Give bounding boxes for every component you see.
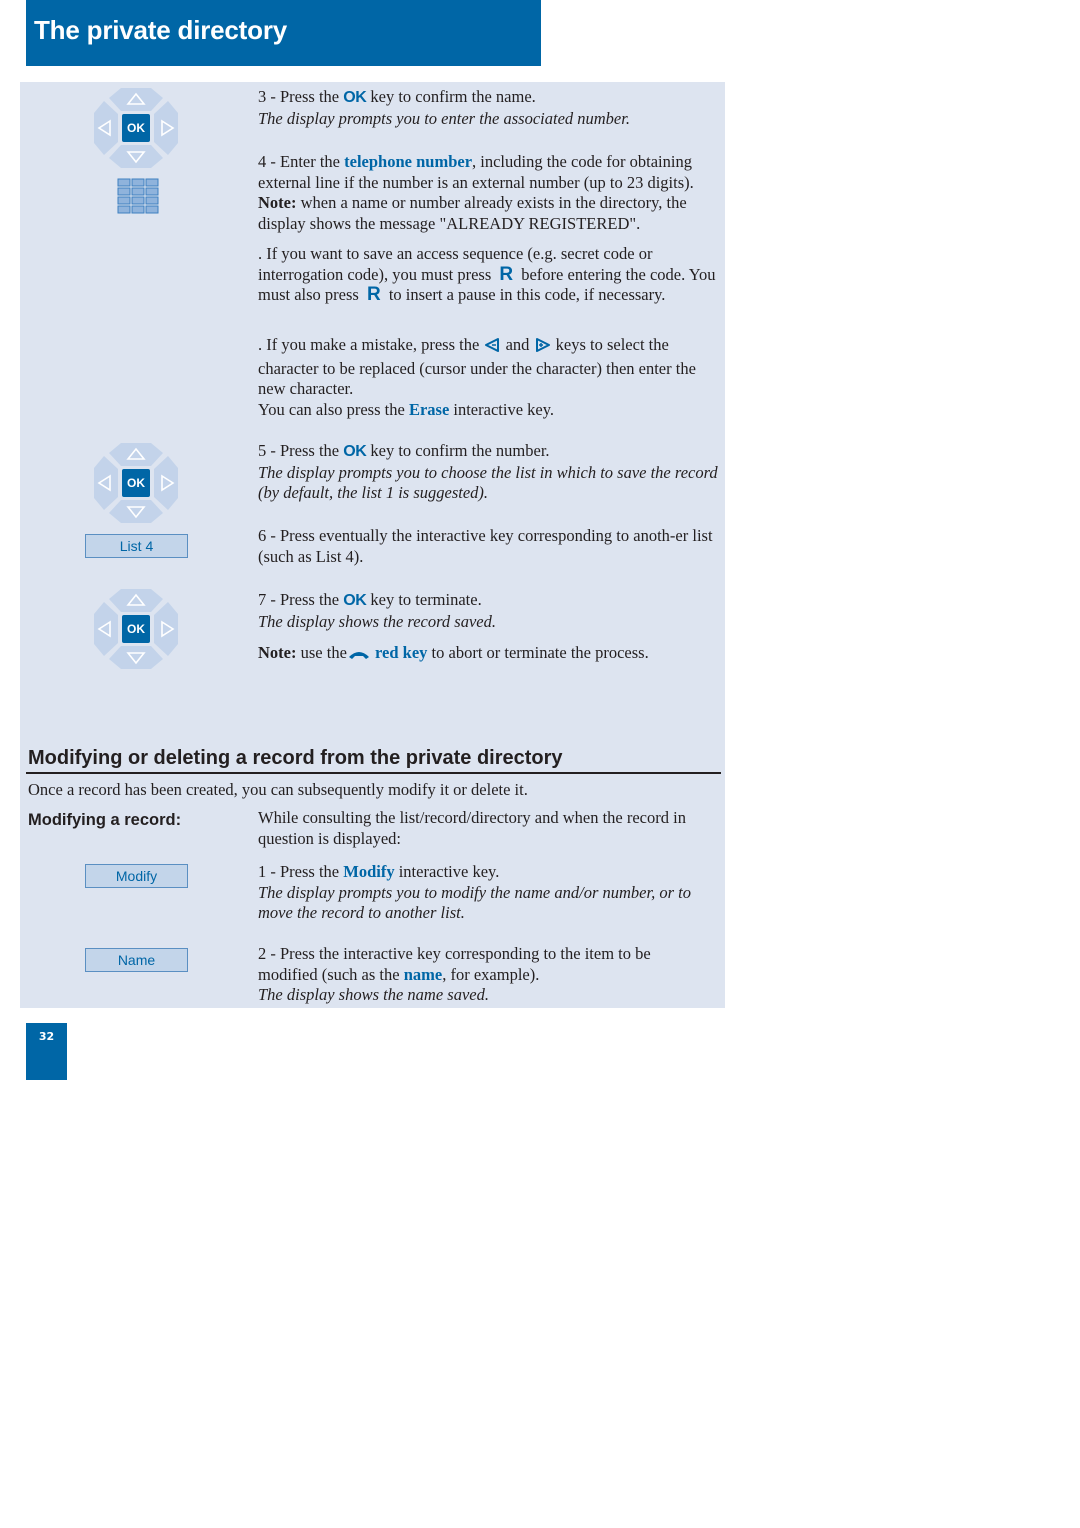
step-7-prompt: The display shows the record saved. [258,611,497,631]
ok-button[interactable]: OK [122,114,150,142]
access-sequence-paragraph: . If you want to save an access sequence… [258,244,716,305]
left-arrow-key-icon [483,337,501,359]
ok-button[interactable]: OK [122,469,150,497]
step-7: 7 - Press the OK key to terminate. The d… [258,590,497,631]
section-divider [26,772,721,774]
red-key-note: Note: use the red key to abort or termin… [258,643,723,667]
page-number: 32 [38,1030,55,1043]
red-key-keyword: red key [375,643,428,662]
modify-step-1: 1 - Press the Modify interactive key. Th… [258,862,691,923]
right-arrow-key-icon [534,337,552,359]
ok-button[interactable]: OK [122,615,150,643]
name-keyword: name [403,964,443,984]
telephone-number-keyword: telephone number [344,152,473,171]
r-key-glyph: R [366,284,381,305]
modifying-intro: While consulting the list/record/directo… [258,808,686,848]
modify-step-2-prompt: The display shows the name saved. [258,985,489,1004]
keypad-icon [117,178,161,214]
section-intro: Once a record has been created, you can … [28,780,528,799]
softkey-modify[interactable]: Modify [85,864,188,888]
page-number-tab: 32 [26,1023,67,1080]
modify-step-2: 2 - Press the interactive key correspond… [258,944,651,1004]
page-title: The private directory [34,15,287,45]
ok-key-glyph: OK [343,592,367,609]
step-5: 5 - Press the OK key to confirm the numb… [258,441,718,503]
step-3: 3 - Press the OK key to confirm the name… [258,87,630,128]
hang-up-phone-icon [347,646,371,667]
softkey-name[interactable]: Name [85,948,188,972]
ok-key-glyph: OK [343,443,367,460]
modifying-record-label: Modifying a record: [28,811,182,829]
step-6: 6 - Press eventually the interactive key… [258,526,713,566]
modify-keyword: Modify [343,862,395,881]
step-5-prompt: The display prompts you to choose the li… [258,462,718,503]
r-key-glyph: R [499,263,514,285]
step-4: 4 - Enter the telephone number, includin… [258,152,694,233]
ok-key-glyph: OK [343,89,367,106]
mistake-paragraph: . If you make a mistake, press the and k… [258,335,696,419]
softkey-list-4[interactable]: List 4 [85,534,188,558]
page-header: The private directory [26,0,541,66]
step-3-prompt: The display prompts you to enter the ass… [258,108,630,128]
navigation-pad[interactable]: OK [91,85,181,171]
navigation-pad[interactable]: OK [91,440,181,526]
section-heading: Modifying or deleting a record from the … [28,747,563,769]
erase-keyword: Erase [408,399,450,419]
note-label: Note: [258,193,297,212]
navigation-pad[interactable]: OK [91,586,181,672]
modify-step-1-prompt: The display prompts you to modify the na… [258,882,691,923]
